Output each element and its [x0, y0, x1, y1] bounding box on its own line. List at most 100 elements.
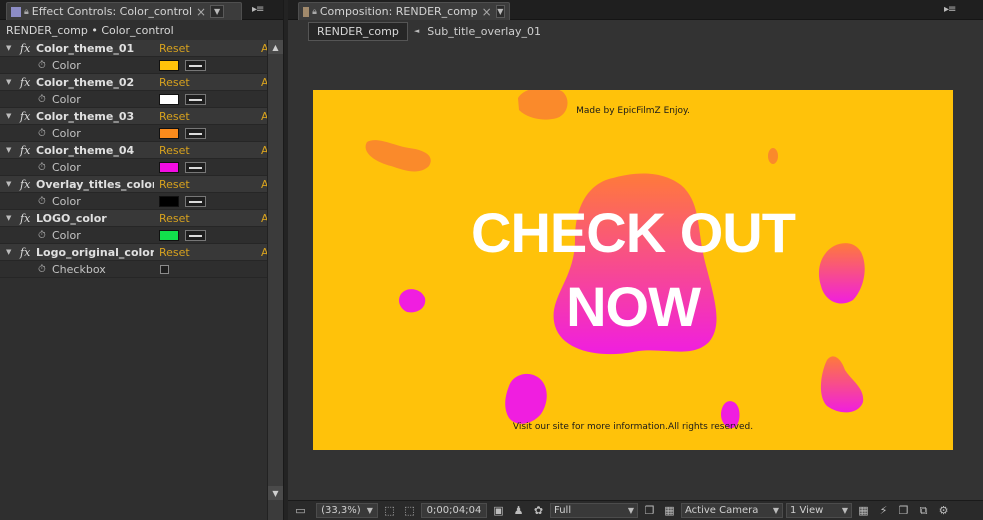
effect-row[interactable]: ▼ fx Color_theme_03 Reset A: [0, 108, 269, 125]
effect-controls-tab-title: Effect Controls: Color_control: [31, 5, 192, 18]
camera-snapshot-icon[interactable]: ▣: [490, 503, 507, 518]
fx-icon[interactable]: fx: [20, 212, 36, 225]
breadcrumb-sub-title-overlay[interactable]: Sub_title_overlay_01: [427, 25, 541, 38]
eyedropper-icon[interactable]: [185, 162, 206, 173]
fx-icon[interactable]: fx: [20, 144, 36, 157]
fast-previews-icon[interactable]: ⚡: [875, 503, 892, 518]
stopwatch-icon[interactable]: ⏱: [38, 162, 46, 173]
effect-row[interactable]: ▼ fx Color_theme_01 Reset A: [0, 40, 269, 57]
reset-link[interactable]: Reset: [159, 110, 190, 123]
stopwatch-icon[interactable]: ⏱: [38, 264, 46, 275]
color-swatch[interactable]: [159, 196, 179, 207]
effect-row[interactable]: ▼ fx LOGO_color Reset A: [0, 210, 269, 227]
color-swatch[interactable]: [159, 162, 179, 173]
tab-effect-controls[interactable]: 🔒︎ Effect Controls: Color_control × ▼: [6, 2, 242, 20]
panel-menu-icon[interactable]: ▸≡: [252, 4, 264, 15]
eyedropper-icon[interactable]: [185, 60, 206, 71]
stopwatch-icon[interactable]: ⏱: [38, 60, 46, 71]
fast-region-icon[interactable]: ❐: [641, 503, 658, 518]
effect-param-row: ⏱ Color: [0, 91, 267, 108]
small-orange-dot: [768, 148, 778, 164]
effect-list: ▼ fx Color_theme_01 Reset A ⏱ Color ▼ fx Color_th…: [0, 40, 269, 278]
panel-menu-icon[interactable]: ▸≡: [944, 4, 956, 15]
scroll-down-icon[interactable]: ▼: [268, 486, 283, 500]
reset-link[interactable]: Reset: [159, 76, 190, 89]
chevron-down-icon[interactable]: ▼: [495, 5, 505, 18]
effect-row[interactable]: ▼ fx Logo_original_color Reset A: [0, 244, 269, 261]
fx-icon[interactable]: fx: [20, 42, 36, 55]
reset-link[interactable]: Reset: [159, 178, 190, 191]
twirl-down-icon[interactable]: ▼: [6, 44, 16, 52]
lock-icon[interactable]: 🔒︎: [312, 7, 317, 17]
effect-param-row: ⏱ Color: [0, 125, 267, 142]
scroll-up-icon[interactable]: ▲: [268, 40, 283, 54]
always-preview-icon[interactable]: ▭: [292, 503, 309, 518]
show-snapshot-icon[interactable]: ♟: [510, 503, 527, 518]
channel-rgb-icon[interactable]: ✿: [530, 503, 547, 518]
flowchart-icon[interactable]: ⧉: [915, 503, 932, 518]
resolution-dropdown[interactable]: Full ▼: [550, 503, 638, 518]
stopwatch-icon[interactable]: ⏱: [38, 196, 46, 207]
tab-composition[interactable]: 🔒︎ Composition: RENDER_comp × ▼: [298, 2, 510, 20]
timeline-icon[interactable]: ❐: [895, 503, 912, 518]
composition-breadcrumb: RENDER_comp ◄ Sub_title_overlay_01: [288, 20, 983, 42]
effect-row[interactable]: ▼ fx Overlay_titles_color Reset A: [0, 176, 269, 193]
effect-controls-scrollbar[interactable]: ▲ ▼: [267, 40, 283, 520]
stopwatch-icon[interactable]: ⏱: [38, 94, 46, 105]
canvas-headline-line1: CHECK OUT: [471, 201, 796, 264]
effect-name: Overlay_titles_color: [36, 177, 154, 191]
fx-icon[interactable]: fx: [20, 76, 36, 89]
effect-name: LOGO_color: [36, 211, 107, 225]
reset-exposure-icon[interactable]: ⚙: [935, 503, 952, 518]
param-name: Color: [52, 160, 81, 174]
twirl-down-icon[interactable]: ▼: [6, 214, 16, 222]
checkbox[interactable]: [160, 265, 169, 274]
close-icon[interactable]: ×: [482, 5, 492, 19]
twirl-down-icon[interactable]: ▼: [6, 78, 16, 86]
current-time-display[interactable]: 0;00;04;04: [421, 503, 487, 518]
safe-margins-icon[interactable]: ⬚: [381, 503, 398, 518]
twirl-down-icon[interactable]: ▼: [6, 180, 16, 188]
canvas-footer-text: Visit our site for more information.All …: [512, 422, 754, 432]
color-swatch[interactable]: [159, 128, 179, 139]
color-swatch[interactable]: [159, 94, 179, 105]
stopwatch-icon[interactable]: ⏱: [38, 128, 46, 139]
effect-row[interactable]: ▼ fx Color_theme_04 Reset A: [0, 142, 269, 159]
region-of-interest-icon[interactable]: ⬚: [401, 503, 418, 518]
reset-link[interactable]: Reset: [159, 42, 190, 55]
reset-link[interactable]: Reset: [159, 246, 190, 259]
pixel-aspect-icon[interactable]: ▦: [855, 503, 872, 518]
color-swatch[interactable]: [159, 230, 179, 241]
breadcrumb-render-comp[interactable]: RENDER_comp: [308, 21, 408, 41]
panel-color-label-icon: [303, 6, 310, 17]
color-swatch[interactable]: [159, 60, 179, 71]
effect-row[interactable]: ▼ fx Color_theme_02 Reset A: [0, 74, 269, 91]
eyedropper-bar: [189, 234, 202, 237]
twirl-down-icon[interactable]: ▼: [6, 248, 16, 256]
composition-viewer[interactable]: Made by EpicFilmZ Enjoy. CHECK OUT NOW V…: [313, 90, 953, 450]
magnification-dropdown[interactable]: (33,3%) ▼: [316, 503, 378, 518]
twirl-down-icon[interactable]: ▼: [6, 112, 16, 120]
fx-icon[interactable]: fx: [20, 246, 36, 259]
camera-view-dropdown[interactable]: Active Camera ▼: [681, 503, 783, 518]
lock-icon[interactable]: 🔒︎: [24, 7, 29, 17]
transparency-grid-icon[interactable]: ▦: [661, 503, 678, 518]
param-name: Color: [52, 126, 81, 140]
fx-icon[interactable]: fx: [20, 178, 36, 191]
fx-icon[interactable]: fx: [20, 110, 36, 123]
chevron-down-icon[interactable]: ▼: [210, 5, 225, 18]
reset-link[interactable]: Reset: [159, 144, 190, 157]
param-name: Color: [52, 92, 81, 106]
param-name: Color: [52, 194, 81, 208]
eyedropper-bar: [189, 98, 202, 101]
eyedropper-icon[interactable]: [185, 196, 206, 207]
eyedropper-icon[interactable]: [185, 230, 206, 241]
eyedropper-icon[interactable]: [185, 94, 206, 105]
close-icon[interactable]: ×: [196, 5, 206, 19]
param-name: Checkbox: [52, 262, 106, 276]
reset-link[interactable]: Reset: [159, 212, 190, 225]
eyedropper-icon[interactable]: [185, 128, 206, 139]
view-layout-dropdown[interactable]: 1 View ▼: [786, 503, 852, 518]
stopwatch-icon[interactable]: ⏱: [38, 230, 46, 241]
twirl-down-icon[interactable]: ▼: [6, 146, 16, 154]
